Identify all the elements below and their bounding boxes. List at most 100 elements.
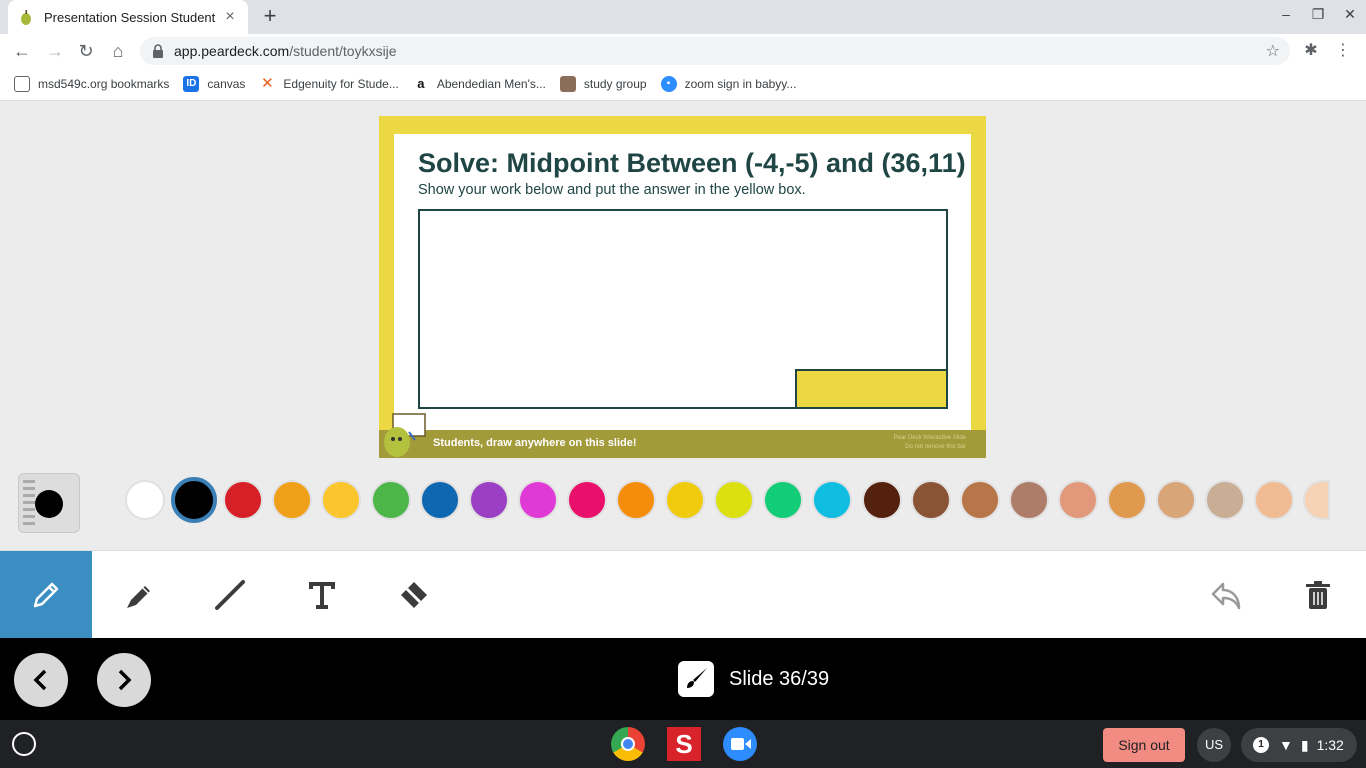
url-text: app.peardeck.com/student/toykxsije	[174, 43, 397, 59]
wifi-icon: ▼	[1279, 737, 1293, 753]
eraser-icon	[401, 582, 427, 608]
chevron-right-icon	[118, 669, 132, 691]
color-swatch[interactable]	[517, 480, 558, 520]
back-icon[interactable]: ←	[11, 40, 33, 62]
color-swatch[interactable]	[1057, 480, 1098, 520]
sign-out-button[interactable]: Sign out	[1103, 728, 1185, 762]
launcher-icon[interactable]	[12, 732, 36, 756]
canvas-icon: ID	[183, 76, 200, 92]
current-color-dot	[35, 490, 63, 518]
pencil-icon	[33, 582, 59, 608]
slide-content: Solve: Midpoint Between (-4,-5) and (36,…	[394, 134, 971, 430]
color-swatch[interactable]	[171, 477, 218, 523]
bookmark-item[interactable]: msd549c.org bookmarks	[14, 76, 169, 92]
bookmark-item[interactable]: study group	[559, 76, 647, 92]
menu-icon[interactable]: ⋮	[1332, 40, 1354, 62]
marker-tool-button[interactable]	[92, 551, 184, 639]
color-swatch[interactable]	[763, 480, 804, 520]
color-swatch[interactable]	[272, 480, 313, 520]
pencil-tool-button[interactable]	[0, 551, 92, 639]
slide-footer: Students, draw anywhere on this slide! P…	[379, 430, 986, 458]
bookmark-item[interactable]: a Abendedian Men's...	[413, 76, 546, 92]
eraser-tool-button[interactable]	[368, 551, 460, 639]
color-swatch[interactable]	[910, 480, 951, 520]
amazon-icon: a	[417, 76, 425, 91]
answer-box	[795, 369, 948, 409]
footer-instruction: Students, draw anywhere on this slide!	[433, 437, 637, 449]
color-swatch[interactable]	[1008, 480, 1049, 520]
schoology-app-icon[interactable]: S	[667, 727, 701, 761]
slide-canvas[interactable]: Solve: Midpoint Between (-4,-5) and (36,…	[379, 116, 986, 458]
color-swatch[interactable]	[566, 480, 607, 520]
slide-indicator: Slide 36/39	[678, 661, 829, 697]
text-icon	[309, 582, 335, 609]
bookmark-item[interactable]: ✕ Edgenuity for Stude...	[259, 75, 399, 92]
drawing-toolbar	[0, 550, 1366, 639]
color-swatch[interactable]	[616, 480, 656, 520]
tab-bar: Presentation Session Student × + – ❐ ✕	[0, 0, 1366, 34]
pear-icon	[21, 10, 31, 25]
color-swatch[interactable]	[321, 480, 362, 520]
close-window-button[interactable]: ✕	[1340, 6, 1360, 23]
color-swatch[interactable]	[223, 480, 264, 520]
footer-label: Pear Deck Interactive Slide Do not remov…	[893, 435, 966, 450]
bookmark-star-icon[interactable]: ☆	[1266, 41, 1280, 61]
draw-slide-icon	[678, 661, 714, 697]
close-tab-icon[interactable]: ×	[222, 8, 238, 26]
color-swatch[interactable]	[1107, 480, 1147, 520]
notification-badge: 1	[1253, 737, 1269, 753]
pear-mascot-icon	[384, 413, 426, 457]
color-swatch[interactable]	[714, 480, 755, 520]
color-swatch[interactable]	[468, 480, 509, 520]
bookmark-item[interactable]: ID canvas	[183, 76, 245, 92]
reload-icon[interactable]: ↻	[75, 40, 97, 62]
previous-slide-button[interactable]	[14, 653, 68, 707]
marker-icon	[127, 586, 150, 608]
bookmarks-bar: msd549c.org bookmarks ID canvas ✕ Edgenuit…	[0, 68, 1366, 101]
delete-button[interactable]	[1272, 551, 1364, 639]
extensions-icon[interactable]: ✱	[1300, 40, 1322, 62]
color-swatch[interactable]	[812, 480, 853, 520]
chrome-app-icon[interactable]	[611, 727, 645, 761]
zoom-icon: ▪	[660, 76, 677, 92]
maximize-button[interactable]: ❐	[1308, 6, 1328, 23]
minimize-button[interactable]: –	[1276, 6, 1296, 22]
color-swatch[interactable]	[125, 480, 165, 520]
color-swatch[interactable]	[419, 480, 460, 520]
home-icon[interactable]: ⌂	[107, 40, 129, 62]
input-method-button[interactable]: US	[1197, 728, 1231, 762]
lock-icon	[153, 44, 163, 58]
slide-count: Slide 36/39	[729, 667, 830, 690]
battery-icon: ▮	[1300, 736, 1309, 753]
color-swatch[interactable]	[1205, 480, 1246, 520]
clock: 1:32	[1316, 737, 1344, 753]
folder-icon	[14, 76, 30, 92]
status-tray[interactable]: 1 ▼ ▮ 1:32	[1241, 728, 1357, 762]
line-tool-button[interactable]	[184, 551, 276, 639]
line-icon	[215, 580, 245, 610]
color-swatch[interactable]	[1303, 480, 1330, 520]
color-swatch[interactable]	[1156, 480, 1197, 520]
work-area-box	[418, 209, 948, 409]
color-swatch[interactable]	[370, 480, 411, 520]
address-bar[interactable]: app.peardeck.com/student/toykxsije ☆	[140, 37, 1290, 65]
bookmark-item[interactable]: ▪ zoom sign in babyy...	[660, 76, 796, 92]
undo-button[interactable]	[1180, 551, 1272, 639]
photo-icon	[559, 76, 576, 92]
color-swatch[interactable]	[959, 480, 1000, 520]
new-tab-button[interactable]: +	[258, 4, 282, 28]
color-swatch[interactable]	[1254, 480, 1295, 520]
current-color-indicator[interactable]	[18, 473, 80, 533]
forward-icon[interactable]: →	[44, 40, 66, 62]
stroke-size-icon	[23, 480, 35, 528]
slide-navigation: Slide 36/39	[0, 638, 1366, 720]
color-swatch[interactable]	[665, 480, 706, 520]
active-tab[interactable]: Presentation Session Student ×	[8, 0, 248, 34]
color-palette	[0, 470, 1366, 534]
text-tool-button[interactable]	[276, 551, 368, 639]
next-slide-button[interactable]	[97, 653, 151, 707]
slide-subtitle: Show your work below and put the answer …	[418, 182, 806, 198]
color-swatch[interactable]	[861, 480, 902, 520]
zoom-app-icon[interactable]	[723, 727, 757, 761]
edgenuity-icon: ✕	[261, 75, 274, 92]
